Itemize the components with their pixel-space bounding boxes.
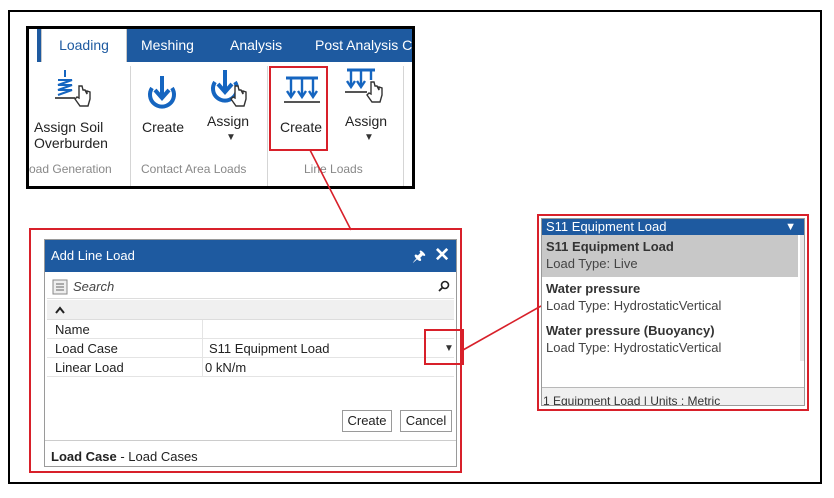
group-label-load-generation: oad Generation bbox=[29, 162, 112, 176]
tab-analysis[interactable]: Analysis bbox=[230, 29, 282, 62]
dropdown-arrow-highlight-box bbox=[424, 329, 464, 365]
group-label-contact-area-loads: Contact Area Loads bbox=[141, 162, 247, 176]
tabbar-edge bbox=[29, 29, 37, 62]
tab-loading[interactable]: Loading bbox=[41, 29, 127, 62]
line-assign-dropdown-arrow[interactable]: ▼ bbox=[364, 132, 374, 143]
soil-overburden-icon bbox=[55, 70, 91, 107]
contact-assign-icon bbox=[211, 70, 247, 107]
ribbon: Loading Meshing Analysis Post Analysis C… bbox=[26, 26, 415, 189]
contact-assign-dropdown-arrow[interactable]: ▼ bbox=[226, 132, 236, 143]
group-separator bbox=[403, 66, 404, 186]
ribbon-body: Assign Soil Overburden Create Assign ▼ C… bbox=[29, 62, 412, 186]
tab-post-analysis[interactable]: Post Analysis C bbox=[315, 29, 412, 62]
assign-soil-overburden-button[interactable]: Assign Soil Overburden bbox=[29, 62, 129, 151]
tab-meshing[interactable]: Meshing bbox=[141, 29, 194, 62]
dialog-highlight-box bbox=[29, 228, 462, 473]
ribbon-tabbar: Loading Meshing Analysis Post Analysis C bbox=[29, 29, 412, 62]
contact-create-label: Create bbox=[142, 119, 185, 135]
line-assign-label: Assign bbox=[345, 113, 388, 129]
group-separator bbox=[130, 66, 131, 186]
contact-assign-label: Assign bbox=[207, 113, 250, 129]
dropdown-highlight-box bbox=[537, 214, 809, 411]
contact-area-assign-button[interactable]: Assign ▼ bbox=[199, 62, 259, 162]
group-label-line-loads: Line Loads bbox=[304, 162, 363, 176]
contact-create-icon bbox=[148, 76, 176, 109]
create-highlight-box bbox=[269, 66, 328, 151]
line-load-assign-icon bbox=[345, 68, 383, 103]
contact-area-create-button[interactable]: Create bbox=[134, 62, 194, 162]
line-load-assign-button[interactable]: Assign ▼ bbox=[337, 62, 397, 162]
group-separator bbox=[267, 66, 268, 186]
assign-soil-label-2: Overburden bbox=[34, 135, 108, 151]
assign-soil-label-1: Assign Soil bbox=[34, 119, 104, 135]
